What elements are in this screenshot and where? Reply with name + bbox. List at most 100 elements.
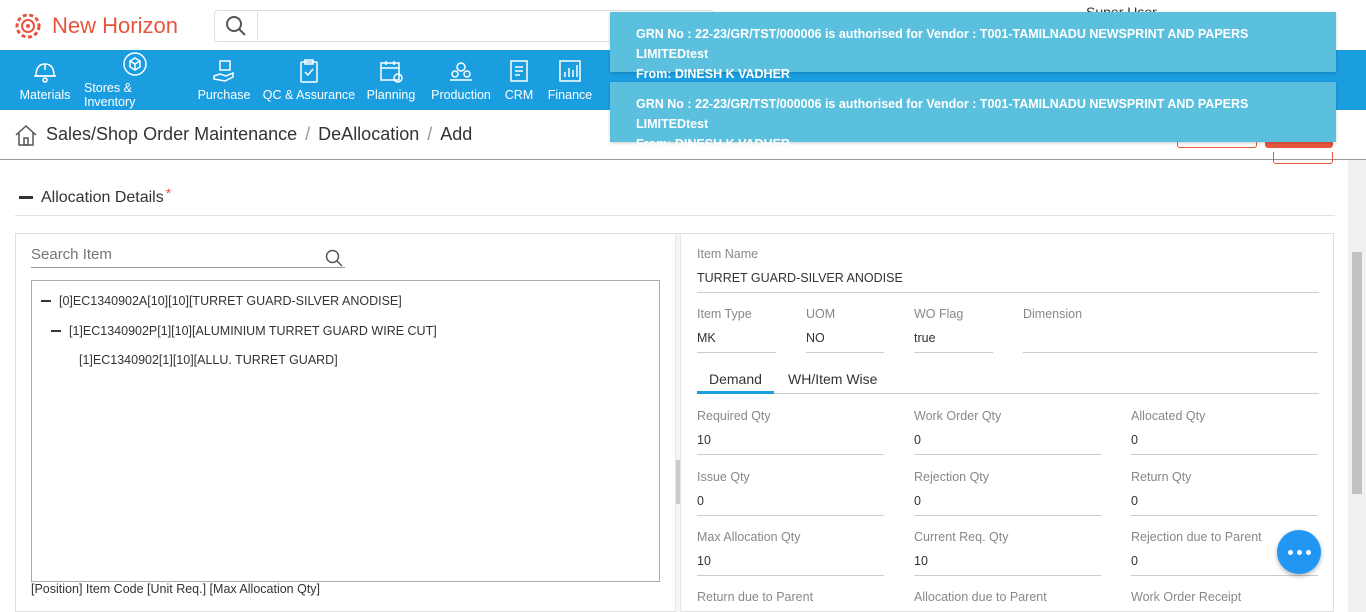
tab-wh-item-wise[interactable]: WH/Item Wise bbox=[776, 366, 889, 394]
search-icon[interactable] bbox=[325, 249, 343, 267]
field-label: Item Name bbox=[697, 247, 759, 261]
nav-purchase[interactable]: Purchase bbox=[196, 50, 252, 110]
field-value: true bbox=[914, 331, 993, 353]
nav-finance[interactable]: Finance bbox=[546, 50, 594, 110]
breadcrumb-item[interactable]: Sales/Shop Order Maintenance bbox=[46, 124, 297, 145]
field-label: Item Type bbox=[697, 307, 752, 321]
clipboard-check-icon bbox=[300, 59, 318, 83]
gear-logo-icon bbox=[15, 13, 41, 39]
max-allocation-qty-field: Max Allocation Qty 10 bbox=[697, 530, 884, 576]
required-qty-field: Required Qty 10 bbox=[697, 409, 884, 455]
nav-qc-assurance[interactable]: QC & Assurance bbox=[262, 50, 356, 110]
item-name-field: Item Name TURRET GUARD-SILVER ANODISE bbox=[697, 247, 1319, 293]
scrollbar-thumb[interactable] bbox=[1352, 252, 1362, 494]
nav-stores-inventory[interactable]: Stores & Inventory bbox=[84, 50, 186, 110]
field-value: TURRET GUARD-SILVER ANODISE bbox=[697, 271, 1319, 293]
gears-icon bbox=[450, 62, 472, 81]
return-due-parent-field: Return due to Parent bbox=[697, 590, 884, 608]
tree-node[interactable]: [0]EC1340902A[10][10][TURRET GUARD-SILVE… bbox=[41, 294, 402, 308]
dot-icon bbox=[1296, 549, 1302, 555]
field-value: 10 bbox=[697, 433, 884, 455]
breadcrumb-separator: / bbox=[305, 124, 311, 144]
nav-planning[interactable]: Planning bbox=[364, 50, 418, 110]
nav-label: Planning bbox=[366, 88, 416, 102]
search-item-field[interactable] bbox=[31, 246, 345, 268]
field-value: 10 bbox=[914, 554, 1101, 576]
field-label: Allocation due to Parent bbox=[914, 590, 1047, 604]
field-value: 0 bbox=[914, 494, 1101, 516]
nav-label: Purchase bbox=[197, 88, 251, 102]
toast-notification[interactable]: GRN No : 22-23/GR/TST/000006 is authoris… bbox=[610, 12, 1336, 81]
field-value: 0 bbox=[697, 494, 884, 516]
dimension-field: Dimension bbox=[1023, 307, 1318, 353]
field-value: 0 bbox=[1131, 433, 1318, 455]
field-value bbox=[1023, 331, 1318, 353]
field-label: Required Qty bbox=[697, 409, 771, 423]
allocation-due-parent-field: Allocation due to Parent bbox=[914, 590, 1101, 608]
nav-production[interactable]: Production bbox=[428, 50, 494, 110]
breadcrumb-item[interactable]: DeAllocation bbox=[318, 124, 419, 145]
required-mark: * bbox=[165, 184, 172, 201]
logo[interactable]: New Horizon bbox=[12, 10, 178, 42]
field-label: Return Qty bbox=[1131, 470, 1192, 484]
dot-icon bbox=[1287, 549, 1293, 555]
field-label: Current Req. Qty bbox=[914, 530, 1009, 544]
dot-icon bbox=[1305, 549, 1311, 555]
home-icon[interactable] bbox=[14, 124, 38, 146]
rejection-qty-field: Rejection Qty 0 bbox=[914, 470, 1101, 516]
chat-button[interactable] bbox=[1277, 530, 1321, 574]
return-qty-field: Return Qty 0 bbox=[1131, 470, 1318, 516]
field-label: Return due to Parent bbox=[697, 590, 814, 604]
nav-label: Production bbox=[431, 88, 491, 102]
tree-legend: [Position] Item Code [Unit Req.] [Max Al… bbox=[31, 582, 321, 596]
search-item-input[interactable] bbox=[31, 246, 311, 263]
issue-qty-field: Issue Qty 0 bbox=[697, 470, 884, 516]
work-order-qty-field: Work Order Qty 0 bbox=[914, 409, 1101, 455]
collapse-icon[interactable] bbox=[19, 196, 33, 199]
app-name: New Horizon bbox=[52, 13, 178, 38]
field-label: Rejection Qty bbox=[914, 470, 990, 484]
collapse-icon[interactable] bbox=[51, 330, 61, 332]
collapse-icon[interactable] bbox=[41, 300, 51, 302]
tab-demand[interactable]: Demand bbox=[697, 366, 774, 394]
nav-label: Finance bbox=[547, 88, 593, 102]
field-label: Work Order Qty bbox=[914, 409, 1002, 423]
detail-tabs: Demand WH/Item Wise bbox=[697, 366, 1319, 394]
nav-label: QC & Assurance bbox=[262, 88, 356, 102]
document-icon bbox=[510, 60, 528, 82]
helmet-icon bbox=[34, 63, 56, 83]
item-type-field: Item Type MK bbox=[697, 307, 776, 353]
nav-materials[interactable]: Materials bbox=[14, 50, 76, 110]
tree-node-label[interactable]: [1]EC1340902P[1][10][ALUMINIUM TURRET GU… bbox=[69, 324, 437, 338]
tree-node-label[interactable]: [1]EC1340902[1][10][ALLU. TURRET GUARD] bbox=[79, 353, 338, 367]
field-value: 0 bbox=[914, 433, 1101, 455]
item-tree: [0]EC1340902A[10][10][TURRET GUARD-SILVE… bbox=[31, 280, 660, 582]
field-value: MK bbox=[697, 331, 776, 353]
field-value: 10 bbox=[697, 554, 884, 576]
toast-message: GRN No : 22-23/GR/TST/000006 is authoris… bbox=[636, 97, 1249, 131]
field-label: Work Order Receipt bbox=[1131, 590, 1242, 604]
toast-message: GRN No : 22-23/GR/TST/000006 is authoris… bbox=[636, 27, 1249, 61]
tree-node[interactable]: [1]EC1340902P[1][10][ALUMINIUM TURRET GU… bbox=[51, 324, 437, 338]
field-label: Allocated Qty bbox=[1131, 409, 1206, 423]
breadcrumb-separator: / bbox=[427, 124, 433, 144]
field-label: Dimension bbox=[1023, 307, 1083, 321]
tree-node-label[interactable]: [0]EC1340902A[10][10][TURRET GUARD-SILVE… bbox=[59, 294, 402, 308]
tree-node[interactable]: [1]EC1340902[1][10][ALLU. TURRET GUARD] bbox=[79, 353, 338, 367]
current-req-qty-field: Current Req. Qty 10 bbox=[914, 530, 1101, 576]
field-label: Max Allocation Qty bbox=[697, 530, 801, 544]
search-icon bbox=[226, 16, 246, 36]
split-divider-grip[interactable] bbox=[676, 460, 680, 504]
split-divider[interactable] bbox=[675, 234, 681, 612]
nav-crm[interactable]: CRM bbox=[502, 50, 536, 110]
allocation-details-header[interactable]: Allocation Details * bbox=[15, 180, 1335, 216]
toast-notification[interactable]: GRN No : 22-23/GR/TST/000006 is authoris… bbox=[610, 82, 1336, 151]
wo-flag-field: WO Flag true bbox=[914, 307, 993, 353]
field-value: 0 bbox=[1131, 494, 1318, 516]
allocated-qty-field: Allocated Qty 0 bbox=[1131, 409, 1318, 455]
field-value: NO bbox=[806, 331, 884, 353]
section-title: Allocation Details bbox=[41, 188, 164, 206]
calendar-icon bbox=[380, 61, 403, 83]
search-divider bbox=[257, 12, 258, 40]
toast-sender: From: DINESH K VADHER bbox=[636, 137, 790, 151]
